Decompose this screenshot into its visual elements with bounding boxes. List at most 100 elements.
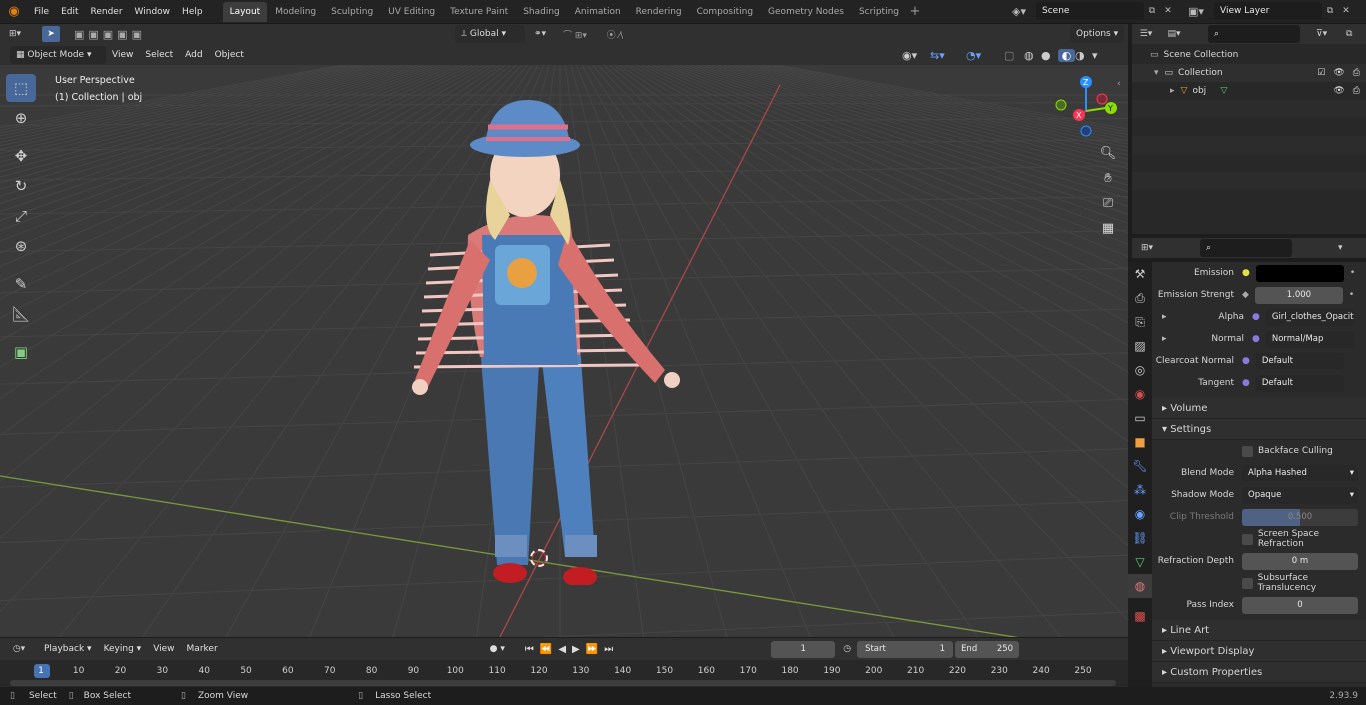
outliner-row-collection[interactable]: ▾ ▭ Collection ☑ 👁︎ ⎙: [1132, 64, 1366, 82]
backface-culling-checkbox[interactable]: [1242, 445, 1253, 457]
tab-shading[interactable]: Shading: [516, 2, 567, 22]
play-icon[interactable]: ▶: [572, 644, 586, 655]
mode-dropdown[interactable]: ▦ Object Mode ▾: [10, 45, 106, 64]
physics-tab-icon[interactable]: ◉: [1128, 502, 1152, 526]
proportional-icon[interactable]: ⦿ ⁄\: [595, 28, 635, 41]
expand-collection-icon[interactable]: ▾: [1154, 68, 1159, 78]
pass-index-field[interactable]: 0: [1242, 596, 1358, 614]
snap-icon[interactable]: ⌒ ⊞▾: [555, 28, 595, 41]
options-dropdown[interactable]: Options ▾: [1070, 25, 1125, 43]
clip-threshold-slider[interactable]: 0.500: [1242, 508, 1358, 526]
cursor-tool-icon[interactable]: ⊕: [6, 104, 36, 132]
ssr-checkbox[interactable]: [1242, 533, 1253, 545]
viewport-display-section-header[interactable]: ▸ Viewport Display: [1152, 641, 1366, 662]
add-workspace-icon[interactable]: +: [907, 4, 923, 19]
object-tab-icon[interactable]: ■: [1128, 430, 1152, 454]
gizmo-icon[interactable]: ⇆▾: [930, 49, 966, 62]
jump-end-icon[interactable]: ⏭: [604, 644, 619, 655]
volume-section-header[interactable]: ▸ Volume: [1152, 398, 1366, 419]
obj-render-camera-icon[interactable]: ⎙: [1353, 86, 1360, 96]
view-layer-icon[interactable]: ▣▾: [1188, 5, 1214, 18]
emission-keyframe-icon[interactable]: •: [1350, 268, 1355, 278]
collection-tab-icon[interactable]: ▭: [1128, 406, 1152, 430]
vp-menu-view[interactable]: View: [106, 45, 139, 65]
scene-field[interactable]: Scene: [1036, 2, 1144, 20]
pan-icon[interactable]: ✋︎: [1097, 166, 1119, 191]
emission-strength-keyframe-icon[interactable]: •: [1349, 290, 1354, 300]
outliner-search-input[interactable]: ⌕: [1208, 25, 1300, 43]
preview-range-icon[interactable]: ◷: [843, 644, 851, 654]
tab-geometry-nodes[interactable]: Geometry Nodes: [761, 2, 851, 22]
select-tool-icon[interactable]: ➤: [42, 26, 60, 42]
normal-link-field[interactable]: Normal/Map: [1265, 330, 1354, 348]
zoom-icon[interactable]: 🔍︎: [1097, 141, 1119, 166]
select-mode-icons[interactable]: ▣▣▣▣▣: [74, 28, 146, 41]
shadow-mode-dropdown[interactable]: Opaque ▾: [1242, 486, 1358, 504]
material-tab-icon[interactable]: ◍: [1128, 574, 1152, 598]
clearcoat-normal-field[interactable]: Default: [1255, 352, 1344, 370]
alpha-link-field[interactable]: Girl_clothes_Opacity...: [1265, 308, 1354, 326]
tool-tab-icon[interactable]: ⚒: [1128, 262, 1152, 286]
timeline-menu-marker[interactable]: Marker: [181, 639, 224, 659]
timeline-menu-view[interactable]: View: [147, 639, 180, 659]
tab-compositing[interactable]: Compositing: [690, 2, 760, 22]
tab-texture-paint[interactable]: Texture Paint: [443, 2, 515, 22]
end-frame-field[interactable]: End 250: [955, 640, 1020, 658]
vp-menu-object[interactable]: Object: [209, 45, 250, 65]
vp-menu-add[interactable]: Add: [179, 45, 208, 65]
properties-editor-icon[interactable]: ⊞▾: [1132, 243, 1162, 253]
blend-mode-dropdown[interactable]: Alpha Hashed ▾: [1242, 464, 1358, 482]
blender-logo-icon[interactable]: ◉: [0, 4, 28, 19]
delete-view-layer-icon[interactable]: ✕: [1338, 6, 1354, 16]
gizmo-neg-y-icon[interactable]: [1055, 99, 1067, 111]
timeline-menu-keying[interactable]: Keying ▾: [98, 639, 148, 659]
start-frame-field[interactable]: Start 1: [857, 640, 954, 658]
filter-icon[interactable]: ⊽▾: [1316, 29, 1346, 39]
outliner-editor-icon[interactable]: ☰▾: [1132, 29, 1160, 39]
outliner-row-obj[interactable]: ▸ ▽ obj ▽ 👁︎ ⎙: [1132, 82, 1366, 100]
xray-icon[interactable]: ▢: [1004, 49, 1024, 62]
view-layer-tab-icon[interactable]: ▨: [1128, 334, 1152, 358]
camera-icon[interactable]: ⎚: [1097, 191, 1119, 216]
render-tab-icon[interactable]: ⎙: [1128, 286, 1152, 310]
next-key-icon[interactable]: ⏩: [586, 644, 604, 655]
play-reverse-icon[interactable]: ◀: [558, 644, 572, 655]
subsurface-row[interactable]: Subsurface Translucency: [1152, 572, 1366, 594]
new-scene-icon[interactable]: ⧉: [1144, 6, 1160, 16]
hide-eye-icon[interactable]: 👁︎: [1333, 68, 1344, 78]
new-view-layer-icon[interactable]: ⧉: [1322, 6, 1338, 16]
subsurface-checkbox[interactable]: [1242, 577, 1253, 589]
wireframe-shading-icon[interactable]: ◍: [1024, 49, 1041, 62]
add-cube-tool-icon[interactable]: ▣: [6, 338, 36, 366]
navigation-gizmo[interactable]: Z Y X: [1050, 75, 1122, 147]
gizmo-neg-z-icon[interactable]: [1080, 125, 1092, 137]
menu-help[interactable]: Help: [176, 0, 209, 24]
scene-icon[interactable]: ◈▾: [1012, 5, 1036, 18]
menu-window[interactable]: Window: [129, 0, 177, 24]
tab-animation[interactable]: Animation: [568, 2, 628, 22]
tab-rendering[interactable]: Rendering: [629, 2, 689, 22]
new-collection-icon[interactable]: ⧉: [1346, 29, 1362, 39]
menu-file[interactable]: File: [28, 0, 55, 24]
timeline-editor-icon[interactable]: ◷▾: [0, 644, 38, 654]
annotate-tool-icon[interactable]: ✎: [6, 270, 36, 298]
prev-key-icon[interactable]: ⏪: [540, 644, 558, 655]
orientation-dropdown[interactable]: ⟂ Global ▾: [455, 25, 525, 43]
tab-sculpting[interactable]: Sculpting: [324, 2, 380, 22]
solid-shading-icon[interactable]: ●: [1041, 49, 1058, 62]
backface-culling-row[interactable]: Backface Culling: [1152, 440, 1366, 462]
vp-menu-select[interactable]: Select: [139, 45, 179, 65]
outliner-row-scene-collection[interactable]: ▭ Scene Collection: [1132, 46, 1366, 64]
normal-expand-icon[interactable]: ▸: [1162, 334, 1172, 344]
transform-tool-icon[interactable]: ⊛: [6, 232, 36, 260]
character-model[interactable]: [400, 95, 700, 585]
particles-tab-icon[interactable]: ⁂: [1128, 478, 1152, 502]
exclude-checkbox-icon[interactable]: ☑: [1317, 68, 1325, 78]
timeline-menu-playback[interactable]: Playback ▾: [38, 639, 98, 659]
expand-obj-icon[interactable]: ▸: [1170, 86, 1175, 96]
tangent-field[interactable]: Default: [1255, 374, 1344, 392]
timeline-scrollbar[interactable]: [10, 680, 1116, 686]
custom-properties-section-header[interactable]: ▸ Custom Properties: [1152, 662, 1366, 683]
tab-modeling[interactable]: Modeling: [268, 2, 323, 22]
render-camera-icon[interactable]: ⎙: [1353, 68, 1360, 78]
